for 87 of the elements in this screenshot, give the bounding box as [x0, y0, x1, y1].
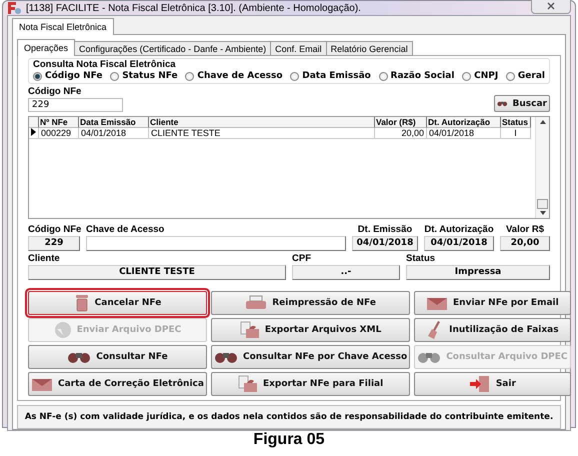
table-cell: CLIENTE TESTE — [149, 128, 375, 139]
radio-label: Status NFe — [122, 71, 178, 81]
column-header[interactable]: Valor (R$) — [375, 117, 427, 128]
scrollbar[interactable] — [535, 117, 549, 218]
action-button[interactable]: Consultar NFe — [28, 345, 207, 369]
app-logo-icon — [7, 1, 21, 15]
globe-icon — [54, 321, 72, 339]
radio-icon[interactable] — [378, 72, 388, 80]
scroll-down-icon[interactable] — [540, 211, 546, 215]
close-icon — [547, 2, 555, 10]
field-label: Valor R$ — [506, 224, 544, 236]
header-corner — [29, 117, 39, 128]
scroll-thumb[interactable] — [537, 199, 548, 209]
group-title: Consulta Nota Fiscal Eletrônica — [33, 59, 176, 70]
field-label: Código NFe — [28, 224, 80, 236]
binoculars-icon — [497, 99, 508, 108]
field-label: Código NFe — [28, 86, 82, 98]
radio-option[interactable]: Código NFe — [33, 71, 102, 81]
binoculars-icon — [67, 350, 92, 364]
table-cell: 000229 — [39, 128, 79, 139]
binoculars-icon — [214, 350, 238, 364]
radio-option[interactable]: Geral — [506, 71, 545, 81]
search-button[interactable]: Buscar — [494, 95, 550, 112]
action-button[interactable]: Cancelar NFe — [28, 291, 207, 315]
code-input-field[interactable]: 229 — [28, 98, 123, 112]
radio-option[interactable]: CNPJ — [462, 71, 498, 81]
radio-icon[interactable] — [506, 72, 515, 80]
column-header[interactable]: Status — [501, 117, 531, 128]
exit-door-icon — [468, 375, 491, 393]
action-button[interactable]: Exportar Arquivos XML — [210, 318, 410, 342]
field-value: CLIENTE TESTE — [28, 265, 286, 280]
action-button[interactable]: Inutilização de Faixas — [414, 318, 571, 342]
field-label: Cliente — [28, 253, 61, 265]
field-value: 04/01/2018 — [424, 236, 494, 251]
radio-icon[interactable] — [185, 72, 194, 80]
action-button[interactable]: Sair — [414, 372, 571, 396]
export-icon — [240, 321, 260, 339]
window-title: [1138] FACILITE - Nota Fiscal Eletrônica [3.10]. (Ambiente - Homologação). — [26, 2, 361, 14]
close-button[interactable] — [531, 0, 571, 14]
radio-label: Razão Social — [390, 71, 454, 81]
table-cell: 04/01/2018 — [79, 128, 149, 139]
action-button[interactable]: Enviar NFe por Email — [414, 291, 571, 315]
radio-label: CNPJ — [474, 71, 498, 81]
input-field[interactable] — [86, 236, 346, 251]
field-value: ..- — [292, 265, 400, 280]
action-button[interactable]: Consultar NFe por Chave Acesso — [210, 345, 410, 369]
tab[interactable]: Conf. Email — [270, 41, 327, 56]
column-header[interactable]: Dt. Autorização — [427, 117, 501, 128]
radio-option[interactable]: Status NFe — [110, 71, 178, 81]
field-value: 229 — [28, 236, 80, 251]
field-label: Status — [406, 253, 436, 265]
radio-icon[interactable] — [33, 72, 42, 80]
tab[interactable]: Operações — [17, 39, 76, 56]
field-value: 20,00 — [500, 236, 550, 251]
action-button[interactable]: Reimpressão de NFe — [210, 291, 410, 315]
radio-icon[interactable] — [290, 72, 300, 80]
printer-icon — [245, 295, 268, 311]
action-button[interactable]: Carta de Correção Eletrônica — [28, 372, 207, 396]
tab[interactable]: Nota Fiscal Eletrônica — [12, 18, 114, 35]
table-cell: I — [501, 128, 531, 139]
export-icon — [238, 375, 258, 393]
field-label: Chave de Acesso — [86, 224, 166, 236]
field-value: 04/01/2018 — [352, 236, 418, 251]
field-label: Dt. Emissão — [358, 224, 412, 236]
tab[interactable]: Relatório Gerencial — [326, 41, 413, 56]
action-button[interactable]: Exportar NFe para Filial — [210, 372, 410, 396]
radio-option[interactable]: Razão Social — [378, 71, 454, 81]
scroll-up-icon[interactable] — [540, 120, 546, 124]
field-value: Impressa — [406, 265, 550, 280]
envelope-icon — [426, 295, 448, 311]
table-cell: 20,00 — [375, 128, 427, 139]
column-header[interactable]: Data Emissão — [79, 117, 149, 128]
column-header[interactable]: Cliente — [149, 117, 375, 128]
trash-icon — [74, 294, 90, 312]
radio-icon[interactable] — [110, 72, 120, 80]
column-header[interactable]: Nº NFe — [39, 117, 79, 128]
radio-label: Geral — [518, 71, 545, 81]
table-cell: 04/01/2018 — [427, 128, 501, 139]
tab[interactable]: Configurações (Certificado - Danfe - Ambiente) — [74, 41, 272, 56]
binoculars-icon — [417, 350, 442, 364]
figure-caption: Figura 05 — [252, 430, 326, 449]
field-label: Dt. Autorização — [424, 224, 494, 236]
field-label: CPF — [292, 253, 312, 265]
status-bar: As NF-e (s) com validade jurídica, e os dados nela contidos são de responsabilidade do contribuinte emitente. — [17, 405, 561, 429]
radio-icon[interactable] — [462, 72, 472, 80]
envelope-icon — [31, 376, 53, 392]
radio-label: Código NFe — [45, 71, 102, 81]
